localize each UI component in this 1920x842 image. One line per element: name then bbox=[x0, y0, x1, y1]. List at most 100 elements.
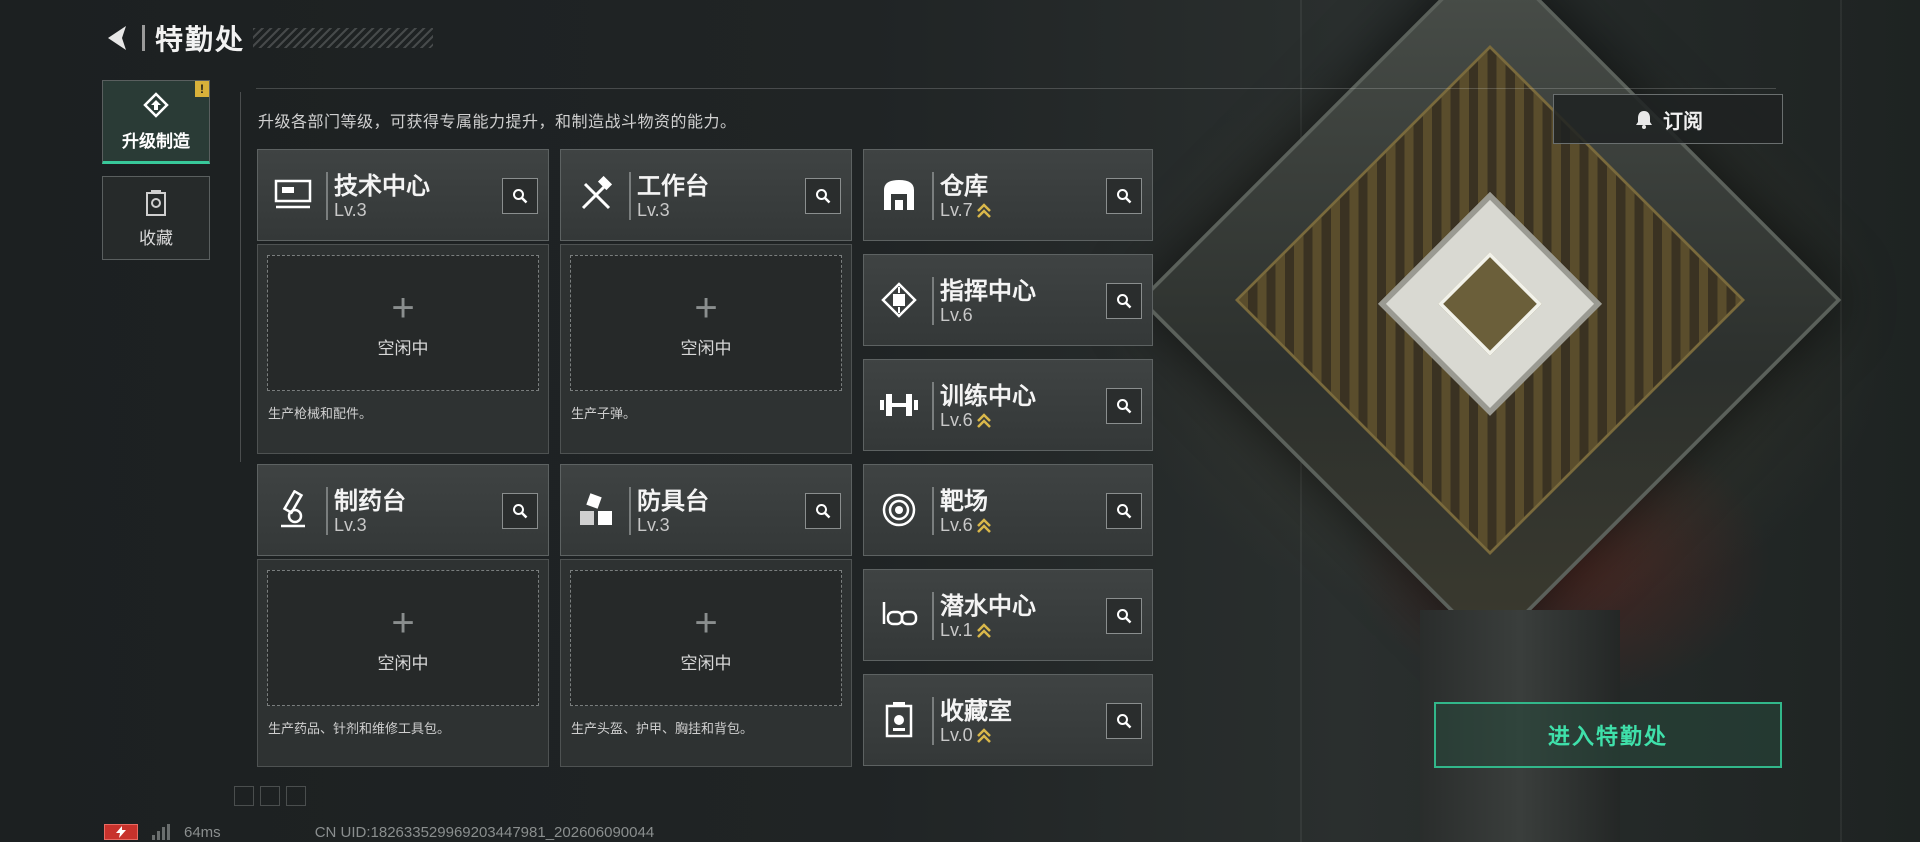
dept-name: 训练中心 bbox=[940, 383, 1036, 410]
tab-upgrade-manufacture[interactable]: ! 升级制造 bbox=[102, 80, 210, 164]
dept-card-pharmacy[interactable]: 制药台 Lv.3 bbox=[257, 464, 549, 556]
ping-text: 64ms bbox=[184, 823, 221, 841]
production-slot[interactable]: + 空闲中 bbox=[267, 255, 539, 391]
shooting-range-icon bbox=[874, 485, 924, 535]
background-line bbox=[1840, 0, 1842, 842]
dept-card-collection-room[interactable]: 收藏室 Lv.0 bbox=[863, 674, 1153, 766]
dept-name: 技术中心 bbox=[334, 173, 430, 200]
tab-collection[interactable]: 收藏 bbox=[102, 176, 210, 260]
enter-button-label: 进入特勤处 bbox=[1547, 724, 1668, 749]
dept-level: Lv.3 bbox=[637, 200, 670, 220]
tab-label: 收藏 bbox=[139, 228, 173, 248]
collection-room-icon bbox=[874, 695, 924, 745]
dept-level: Lv.3 bbox=[334, 200, 367, 220]
upgrade-chevron-icon bbox=[976, 412, 991, 428]
production-panel-tech-center: + 空闲中 生产枪械和配件。 bbox=[257, 244, 549, 454]
dept-name: 防具台 bbox=[637, 488, 709, 515]
upgrade-chevron-icon bbox=[976, 622, 991, 638]
search-icon[interactable] bbox=[502, 493, 538, 529]
training-center-icon bbox=[874, 380, 924, 430]
tab-label: 升级制造 bbox=[122, 131, 190, 151]
slot-description: 生产子弹。 bbox=[571, 406, 637, 421]
header: 特勤处 bbox=[100, 18, 434, 58]
slot-status: 空闲中 bbox=[680, 338, 732, 358]
uid-text: CN UID:182633529969203447981_20260609004… bbox=[314, 823, 655, 841]
search-icon[interactable] bbox=[1106, 178, 1142, 214]
dept-level: Lv.6 bbox=[940, 515, 992, 536]
upgrade-chevron-icon bbox=[976, 517, 991, 533]
header-divider bbox=[142, 25, 145, 51]
dept-card-diving-center[interactable]: 潜水中心 Lv.1 bbox=[863, 569, 1153, 661]
dept-card-workbench[interactable]: 工作台 Lv.3 bbox=[560, 149, 852, 241]
dept-level: Lv.3 bbox=[637, 515, 670, 535]
dept-level: Lv.7 bbox=[940, 200, 992, 221]
upgrade-chevron-icon bbox=[976, 727, 991, 743]
production-panel-pharmacy: + 空闲中 生产药品、针剂和维修工具包。 bbox=[257, 559, 549, 767]
production-panel-armor-bench: + 空闲中 生产头盔、护甲、胸挂和背包。 bbox=[560, 559, 852, 767]
page-title: 特勤处 bbox=[155, 24, 246, 55]
search-icon[interactable] bbox=[1106, 598, 1142, 634]
search-icon[interactable] bbox=[502, 178, 538, 214]
search-icon[interactable] bbox=[805, 178, 841, 214]
pharmacy-icon bbox=[268, 485, 318, 535]
search-icon[interactable] bbox=[1106, 388, 1142, 424]
plus-icon: + bbox=[391, 600, 415, 645]
divider bbox=[240, 92, 241, 462]
dept-card-armor-bench[interactable]: 防具台 Lv.3 bbox=[560, 464, 852, 556]
square-icon bbox=[234, 786, 254, 806]
dept-level: Lv.6 bbox=[940, 305, 973, 325]
search-icon[interactable] bbox=[1106, 493, 1142, 529]
slot-description: 生产药品、针剂和维修工具包。 bbox=[268, 721, 451, 736]
description-text: 升级各部门等级，可获得专属能力提升，和制造战斗物资的能力。 bbox=[258, 114, 737, 131]
upgrade-manufacture-icon bbox=[143, 91, 169, 118]
square-icon bbox=[286, 786, 306, 806]
dept-name: 工作台 bbox=[637, 173, 709, 200]
dept-level: Lv.1 bbox=[940, 620, 992, 641]
slot-status: 空闲中 bbox=[680, 653, 732, 673]
dept-card-shooting-range[interactable]: 靶场 Lv.6 bbox=[863, 464, 1153, 556]
dept-level: Lv.3 bbox=[334, 515, 367, 535]
alert-badge: ! bbox=[195, 81, 209, 97]
dept-level: Lv.0 bbox=[940, 725, 992, 746]
dept-card-tech-center[interactable]: 技术中心 Lv.3 bbox=[257, 149, 549, 241]
title-decoration bbox=[253, 28, 434, 48]
collection-icon bbox=[146, 189, 166, 216]
search-icon[interactable] bbox=[1106, 703, 1142, 739]
plus-icon: + bbox=[694, 600, 718, 645]
dept-name: 潜水中心 bbox=[940, 593, 1036, 620]
upgrade-chevron-icon bbox=[976, 202, 991, 218]
armor-bench-icon bbox=[571, 485, 621, 535]
diving-center-icon bbox=[874, 590, 924, 640]
dept-name: 制药台 bbox=[334, 488, 406, 515]
production-slot[interactable]: + 空闲中 bbox=[267, 570, 539, 706]
square-icon bbox=[260, 786, 280, 806]
dept-name: 指挥中心 bbox=[940, 278, 1036, 305]
command-center-icon bbox=[874, 275, 924, 325]
status-footer: 64ms CN UID:182633529969203447981_202606… bbox=[104, 822, 654, 842]
production-slot[interactable]: + 空闲中 bbox=[570, 570, 842, 706]
dept-level: Lv.6 bbox=[940, 410, 992, 431]
enter-special-ops-button[interactable]: 进入特勤处 bbox=[1434, 702, 1782, 768]
battery-icon bbox=[104, 824, 138, 840]
dept-name: 收藏室 bbox=[940, 698, 1012, 725]
subscribe-button[interactable]: 订阅 bbox=[1553, 94, 1783, 144]
production-slot[interactable]: + 空闲中 bbox=[570, 255, 842, 391]
tech-center-icon bbox=[268, 170, 318, 220]
back-arrow-icon[interactable] bbox=[100, 21, 134, 55]
workbench-icon bbox=[571, 170, 621, 220]
search-icon[interactable] bbox=[1106, 283, 1142, 319]
divider bbox=[256, 88, 1776, 89]
dept-name: 仓库 bbox=[940, 173, 988, 200]
dept-card-command-center[interactable]: 指挥中心 Lv.6 bbox=[863, 254, 1153, 346]
plus-icon: + bbox=[694, 285, 718, 330]
plus-icon: + bbox=[391, 285, 415, 330]
dept-card-warehouse[interactable]: 仓库 Lv.7 bbox=[863, 149, 1153, 241]
dept-name: 靶场 bbox=[940, 488, 988, 515]
dept-card-training-center[interactable]: 训练中心 Lv.6 bbox=[863, 359, 1153, 451]
warehouse-icon bbox=[874, 170, 924, 220]
slot-status: 空闲中 bbox=[377, 338, 429, 358]
slot-status: 空闲中 bbox=[377, 653, 429, 673]
production-panel-workbench: + 空闲中 生产子弹。 bbox=[560, 244, 852, 454]
search-icon[interactable] bbox=[805, 493, 841, 529]
slot-description: 生产头盔、护甲、胸挂和背包。 bbox=[571, 721, 754, 736]
